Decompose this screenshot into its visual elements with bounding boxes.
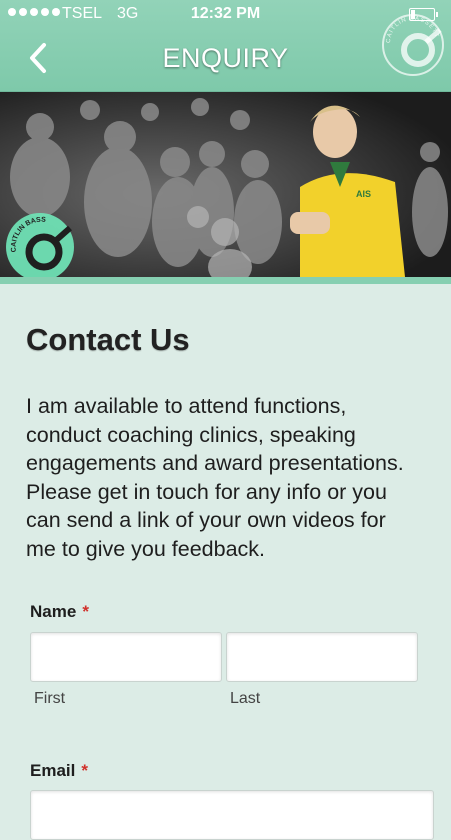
name-label-text: Name	[30, 602, 77, 621]
required-mark: *	[81, 761, 88, 780]
intro-line: conduct coaching clinics, speaking	[26, 422, 356, 447]
intro-line: can send a link of your own videos for	[26, 508, 386, 532]
first-name-input[interactable]	[30, 632, 222, 682]
intro-line: Please get in touch for any info or you	[26, 479, 387, 504]
contact-heading: Contact Us	[26, 322, 190, 357]
name-label: Name *	[30, 602, 89, 622]
brand-logo: CAITLIN BASSETT	[382, 14, 444, 76]
intro-line: engagements and award presentations.	[26, 451, 404, 475]
hero-image: AIS CAITLIN BASSETT	[0, 92, 451, 277]
jersey-text: AIS	[356, 189, 371, 199]
last-name-input[interactable]	[226, 632, 418, 682]
intro-line: me to give you feedback.	[26, 536, 266, 561]
email-label-text: Email	[30, 761, 76, 780]
email-input[interactable]	[30, 790, 434, 840]
contact-intro: I am available to attend functions, cond…	[26, 392, 431, 563]
crowd-photo: AIS CAITLIN BASSETT	[0, 92, 451, 277]
required-mark: *	[82, 602, 89, 621]
hero-divider	[0, 277, 451, 284]
first-name-sublabel: First	[34, 690, 66, 707]
last-name-sublabel: Last	[230, 690, 261, 707]
email-label: Email *	[30, 761, 88, 781]
top-bar: TSEL 3G 12:32 PM ENQUIRY CAITLIN BASSETT	[0, 0, 451, 92]
intro-line: I am available to attend functions,	[26, 394, 347, 418]
